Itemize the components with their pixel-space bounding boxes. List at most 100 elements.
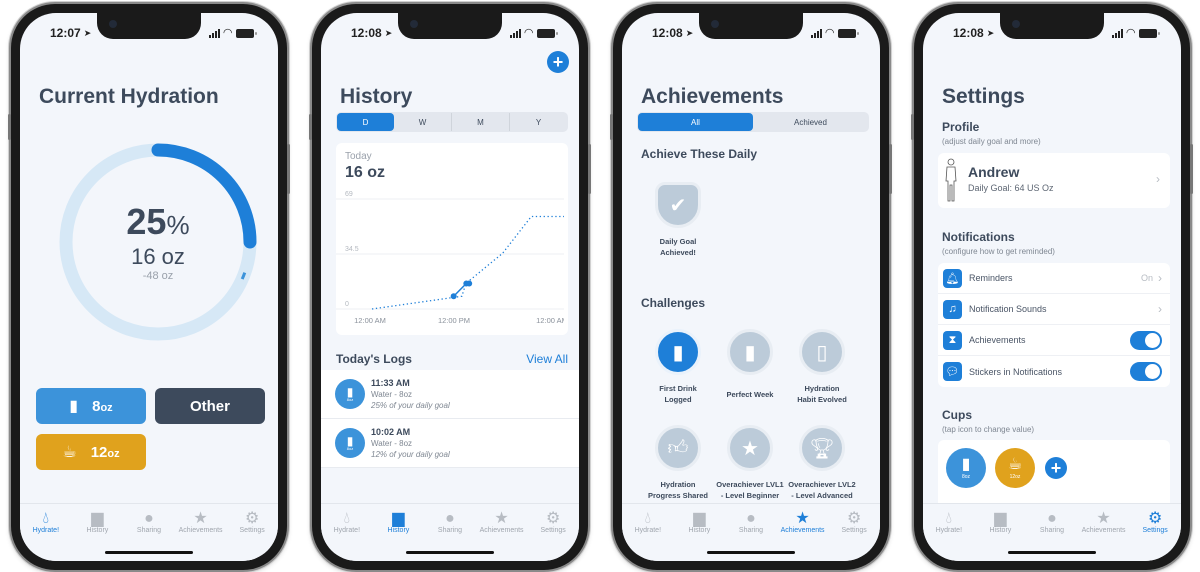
bar-chart-icon: ▆ [91, 510, 104, 527]
bar-chart-icon: ▆ [392, 510, 405, 527]
summary-label: Today [345, 151, 372, 162]
segment-all[interactable]: All [638, 113, 753, 131]
log-item[interactable]: ▮ 8oz 11:33 AM Water - 8oz 25% of your da… [321, 370, 579, 419]
log-desc: Water - 8oz [371, 390, 413, 399]
tab-hydrate[interactable]: 💧︎ Hydrate! [924, 510, 974, 561]
notification-sounds-row[interactable]: ♫ Notification Sounds › [938, 294, 1170, 325]
location-icon: ➤ [986, 27, 995, 38]
add-log-button[interactable]: + [547, 51, 569, 73]
notch [699, 13, 803, 39]
add-8oz-button[interactable]: ▮ 8oz [36, 388, 146, 424]
x-tick-label: 12:00 AM [536, 316, 564, 325]
challenges-section-title: Challenges [641, 296, 706, 310]
badge-habit-evolved[interactable]: ▯ Hydration Habit Evolved [787, 329, 857, 405]
wifi-icon: ◠ [524, 26, 533, 39]
notifications-list: 🔔︎ Reminders On › ♫ Notification Sounds … [938, 263, 1170, 387]
segment-month[interactable]: M [452, 113, 510, 131]
screen: 12:08 ➤ ◠ Settings Profile (adjust daily … [923, 13, 1181, 561]
tab-settings[interactable]: ⚙ Settings [829, 510, 879, 561]
stickers-toggle[interactable] [1130, 362, 1162, 381]
badge-overachiever-1[interactable]: ★ Overachiever LVL1- Level Beginner [715, 425, 785, 501]
cup-8oz-button[interactable]: ▮ 8oz [946, 448, 986, 488]
person-icon: ● [445, 510, 455, 527]
stickers-row: 💬︎ Stickers in Notifications [938, 356, 1170, 387]
location-icon: ➤ [83, 27, 92, 38]
page-title: History [340, 85, 413, 108]
x-tick-label: 12:00 PM [438, 316, 470, 325]
phone-achievements: 12:08 ➤ ◠ Achievements All Achieved Achie… [610, 4, 892, 570]
daily-section-title: Achieve These Daily [641, 147, 758, 161]
segment-achieved[interactable]: Achieved [753, 113, 868, 131]
add-cup-button[interactable]: + [1045, 457, 1067, 479]
ring-readout: 25% 16 oz -48 oz [58, 142, 258, 342]
chevron-right-icon: › [1156, 172, 1160, 186]
remaining-text: -48 oz [142, 269, 174, 282]
screen: 12:08 ➤ ◠ + History D W M Y Today 16 oz 6… [321, 13, 579, 561]
water-drop-icon: 💧︎ [945, 510, 952, 527]
logs-list: ▮ 8oz 11:33 AM Water - 8oz 25% of your da… [321, 370, 579, 468]
notch [398, 13, 502, 39]
cup-icon: ▮ [69, 398, 79, 415]
badge-daily-goal[interactable]: ✔ Daily Goal Achieved! [643, 182, 713, 258]
clock: 12:08 [652, 26, 683, 40]
home-indicator [707, 551, 795, 554]
log-time: 11:33 AM [371, 378, 410, 388]
battery-icon [1139, 28, 1160, 38]
signal-icon [1111, 28, 1123, 38]
tab-settings[interactable]: ⚙ Settings [528, 510, 578, 561]
wifi-icon: ◠ [1126, 26, 1135, 39]
badge-overachiever-2[interactable]: 🏆︎ Overachiever LVL2- Level Advanced [787, 425, 857, 501]
logs-title: Today's Logs [336, 352, 412, 366]
segment-week[interactable]: W [394, 113, 452, 131]
water-drop-icon: 💧︎ [644, 510, 651, 527]
x-tick-label: 12:00 AM [354, 316, 386, 325]
bottles-icon: ▯ [799, 329, 845, 375]
star-icon: ★ [494, 510, 509, 527]
reminders-row[interactable]: 🔔︎ Reminders On › [938, 263, 1170, 294]
percent-text: 25% [126, 200, 190, 242]
y-tick-label: 69 [345, 191, 353, 198]
notch [1000, 13, 1104, 39]
segment-day[interactable]: D [337, 113, 394, 131]
gear-icon: ⚙ [1148, 510, 1163, 527]
tab-settings[interactable]: ⚙ Settings [227, 510, 277, 561]
add-12oz-button[interactable]: ☕ 12oz [36, 434, 146, 470]
star-medal-icon: ★ [727, 425, 773, 471]
bar-chart-icon: ▆ [994, 510, 1007, 527]
achievements-toggle[interactable] [1130, 330, 1162, 350]
location-icon: ➤ [685, 27, 694, 38]
goal-pace-line [371, 215, 564, 310]
app-screenshots: 12:07 ➤ ◠ Current Hydration 25% 16 oz -48… [0, 0, 1200, 572]
badge-perfect-week[interactable]: ▮ Perfect Week [715, 329, 785, 400]
water-drop-icon: 💧︎ [343, 510, 350, 527]
gear-icon: ⚙ [847, 510, 862, 527]
gear-icon: ⚙ [546, 510, 561, 527]
tab-settings[interactable]: ⚙ Settings [1130, 510, 1180, 561]
notifications-subtitle: (configure how to get reminded) [942, 247, 1055, 256]
history-chart-card: Today 16 oz 69 34.5 0 12:00 AM 12:00 PM 12:00… [336, 143, 568, 335]
home-indicator [1008, 551, 1096, 554]
battery-icon [236, 28, 257, 38]
glass-icon: ▮ [655, 329, 701, 375]
tab-hydrate[interactable]: 💧︎ Hydrate! [21, 510, 71, 561]
phone-hydrate: 12:07 ➤ ◠ Current Hydration 25% 16 oz -48… [8, 4, 290, 570]
badge-progress-shared[interactable]: 👍︎ Hydration Progress Shared [643, 425, 713, 501]
y-tick-label: 34.5 [345, 246, 359, 253]
cup-icon: ▮ 8oz [335, 428, 365, 458]
view-all-link[interactable]: View All [526, 352, 568, 366]
tab-hydrate[interactable]: 💧︎ Hydrate! [623, 510, 673, 561]
log-item[interactable]: ▮ 8oz 10:02 AM Water - 8oz 12% of your da… [321, 419, 579, 468]
chevron-right-icon: › [1158, 302, 1162, 316]
amount-text: 16 oz [131, 243, 185, 269]
mug-icon: ☕ [62, 444, 77, 461]
profile-row[interactable]: Andrew Daily Goal: 64 US Oz › [938, 153, 1170, 208]
cup-12oz-button[interactable]: ☕ 12oz [995, 448, 1035, 488]
home-indicator [105, 551, 193, 554]
star-icon: ★ [1096, 510, 1111, 527]
trophy-icon: 🏆︎ [799, 425, 845, 471]
thumbs-up-icon: 👍︎ [655, 425, 701, 471]
other-amount-button[interactable]: Other [155, 388, 265, 424]
tab-hydrate[interactable]: 💧︎ Hydrate! [322, 510, 372, 561]
badge-first-drink[interactable]: ▮ First Drink Logged [643, 329, 713, 405]
segment-year[interactable]: Y [510, 113, 567, 131]
